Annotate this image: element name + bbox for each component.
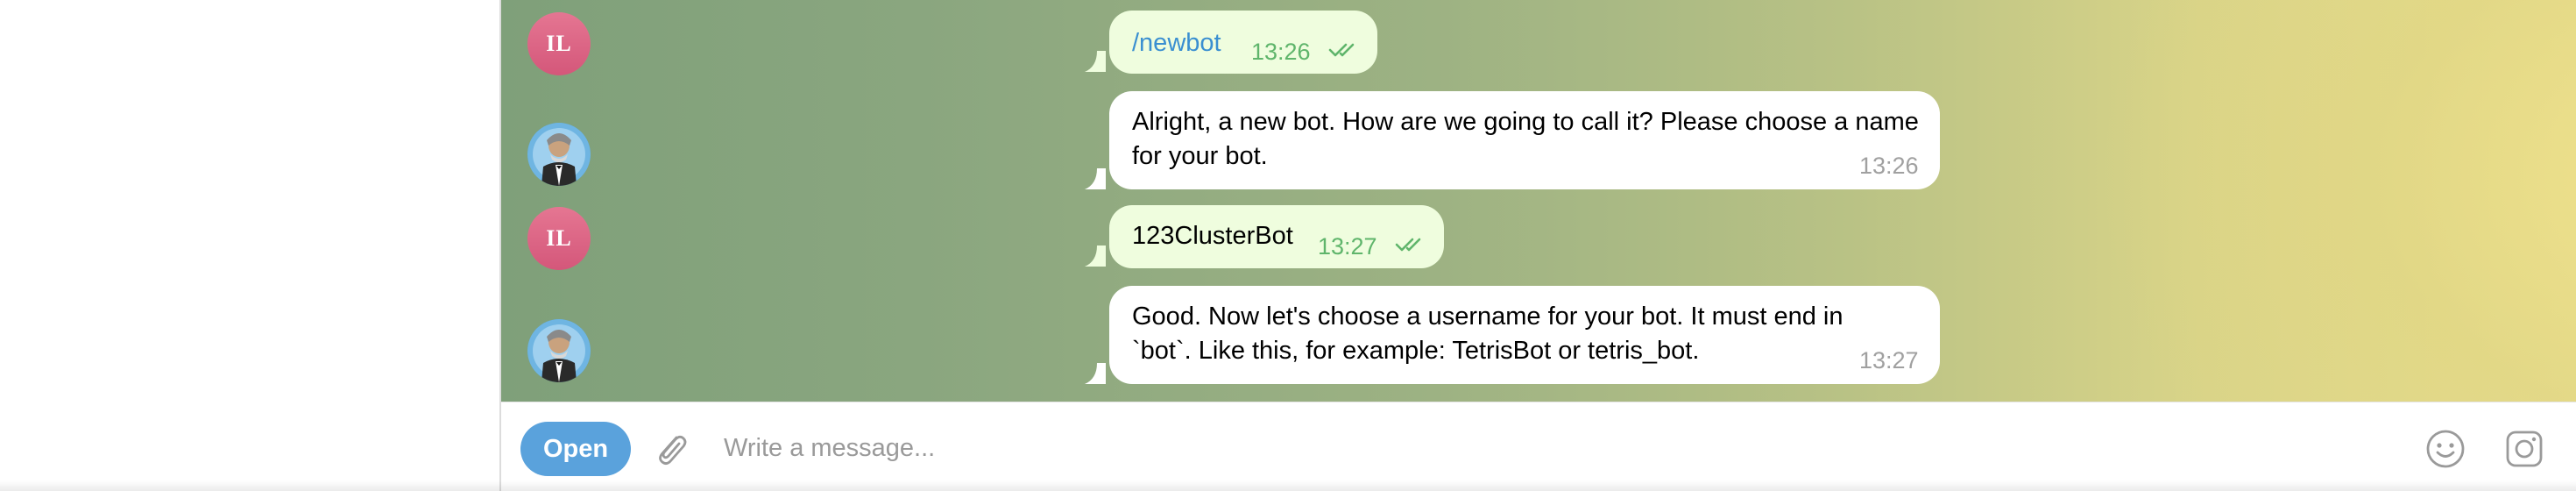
bubble-tail [1085, 246, 1106, 267]
incoming-message-bubble[interactable]: Alright, a new bot. How are we going to … [1109, 91, 1940, 189]
bot-command-link[interactable]: /newbot [1132, 26, 1221, 60]
paperclip-icon[interactable] [650, 427, 692, 469]
botfather-avatar[interactable] [527, 319, 591, 382]
message-text-line: `bot`. Like this, for example: TetrisBot… [1132, 337, 1700, 365]
user-avatar[interactable]: IL [527, 12, 591, 75]
message-input[interactable] [722, 425, 2303, 471]
bubble-tail [1085, 168, 1106, 189]
sticker-icon[interactable] [2502, 427, 2546, 471]
outgoing-message-bubble[interactable]: /newbot 13:26 [1109, 11, 1377, 74]
message-text-line: Alright, a new bot. How are we going to … [1132, 108, 1919, 136]
emoji-icon[interactable] [2424, 427, 2467, 471]
message-time: 13:27 [1859, 347, 1919, 374]
avatar-initials: IL [546, 31, 572, 56]
message-history[interactable]: IL /newbot 13:26 Alright, a new bot. How… [501, 0, 2576, 402]
botfather-avatar-image [527, 123, 591, 186]
open-button[interactable]: Open [520, 422, 631, 476]
avatar-initials: IL [546, 225, 572, 251]
message-composer: Open [501, 402, 2576, 491]
botfather-avatar-image [527, 319, 591, 382]
botfather-avatar[interactable] [527, 123, 591, 186]
message-time: 13:26 [1859, 153, 1919, 179]
double-check-icon [1395, 238, 1421, 252]
message-text-line: for your bot. [1132, 142, 1268, 170]
bubble-tail [1085, 363, 1106, 384]
message-time: 13:26 [1251, 39, 1311, 65]
telegram-window: IL /newbot 13:26 Alright, a new bot. How… [0, 0, 2576, 491]
incoming-message-bubble[interactable]: Good. Now let's choose a username for yo… [1109, 286, 1940, 384]
bubble-tail [1085, 51, 1106, 72]
message-text: 123ClusterBot [1132, 222, 1293, 250]
message-time: 13:27 [1318, 233, 1377, 260]
chat-list-pane [0, 0, 499, 491]
double-check-icon [1328, 43, 1355, 57]
user-avatar[interactable]: IL [527, 207, 591, 270]
outgoing-message-bubble[interactable]: 123ClusterBot 13:27 [1109, 205, 1444, 268]
message-text-line: Good. Now let's choose a username for yo… [1132, 302, 1844, 331]
